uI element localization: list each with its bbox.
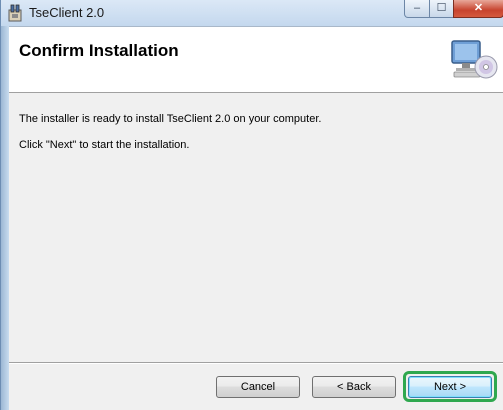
window-title: TseClient 2.0 xyxy=(29,5,105,20)
title-bar[interactable]: TseClient 2.0 – ☐ ✕ xyxy=(1,0,503,26)
close-icon: ✕ xyxy=(473,2,484,14)
instruction-message: Click "Next" to start the installation. xyxy=(19,139,190,151)
window-border xyxy=(1,26,9,410)
maximize-icon: ☐ xyxy=(436,2,447,14)
dialog-header: Confirm Installation xyxy=(9,27,503,93)
installer-icon xyxy=(7,4,23,22)
footer-divider xyxy=(9,362,503,364)
dialog-client-area: Confirm Installation The installer is re… xyxy=(9,26,503,410)
close-button[interactable]: ✕ xyxy=(453,0,503,18)
back-button[interactable]: < Back xyxy=(312,376,396,398)
next-button[interactable]: Next > xyxy=(408,376,492,398)
ready-message: The installer is ready to install TseCli… xyxy=(19,113,322,125)
maximize-button[interactable]: ☐ xyxy=(429,0,454,18)
minimize-button[interactable]: – xyxy=(404,0,430,18)
cancel-button[interactable]: Cancel xyxy=(216,376,300,398)
installer-window: TseClient 2.0 – ☐ ✕ Confirm Installation xyxy=(0,0,503,410)
page-title: Confirm Installation xyxy=(19,41,179,60)
computer-disc-icon xyxy=(450,39,498,83)
minimize-icon: – xyxy=(413,2,421,14)
